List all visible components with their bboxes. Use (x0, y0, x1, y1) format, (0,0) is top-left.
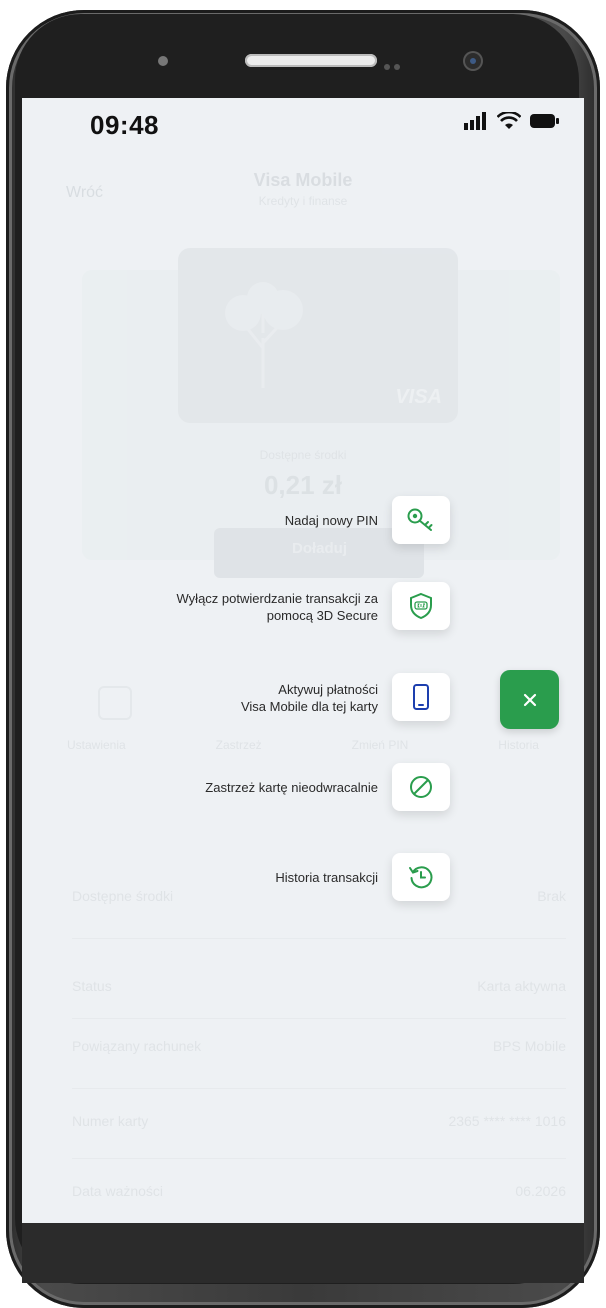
menu-label-line: Zastrzeż kartę nieodwracalnie (205, 780, 378, 795)
menu-item-block-card[interactable]: Zastrzeż kartę nieodwracalnie (110, 763, 450, 813)
key-icon (407, 508, 433, 531)
detail-row: Status Karta aktywna (72, 978, 566, 994)
menu-item-3d-secure[interactable]: Wyłącz potwierdzanie transakcji za pomoc… (110, 582, 450, 632)
menu-label-line: Visa Mobile dla tej karty (240, 699, 378, 714)
menu-label: Historia transakcji (275, 869, 378, 886)
bottom-bezel (22, 1223, 584, 1283)
close-menu-button[interactable] (500, 670, 559, 729)
detail-value: BPS Mobile (492, 1038, 566, 1054)
proximity-sensor (158, 56, 168, 66)
divider (72, 1158, 566, 1159)
tree-graphic (225, 282, 303, 388)
menu-item-visa-mobile[interactable]: Aktywuj płatności Visa Mobile dla tej ka… (110, 673, 450, 723)
detail-label: Data ważności (72, 1183, 164, 1199)
detail-value: Brak (537, 888, 566, 904)
card-brand: VISA (395, 386, 442, 408)
detail-value: Karta aktywna (477, 978, 566, 994)
history-button[interactable] (392, 853, 450, 901)
speaker-grille (245, 54, 377, 67)
card-tabs: Ustawienia Zastrzeż Zmień PIN Historia (22, 738, 584, 752)
front-camera (465, 53, 481, 69)
detail-label: Numer karty (72, 1113, 149, 1129)
menu-label: Zastrzeż kartę nieodwracalnie (205, 779, 378, 796)
menu-label-line: Historia transakcji (275, 870, 378, 885)
block-card-button[interactable] (392, 763, 450, 811)
menu-label-line: Aktywuj płatności (278, 682, 378, 697)
menu-label: Aktywuj płatności Visa Mobile dla tej ka… (241, 681, 378, 715)
tab-label: Zmień PIN (351, 738, 409, 752)
detail-value: 2365 **** **** 1016 (448, 1113, 566, 1129)
visa-mobile-button[interactable] (392, 673, 450, 721)
card-image: VISA (178, 248, 458, 423)
menu-item-new-pin[interactable]: Nadaj nowy PIN (110, 496, 450, 546)
divider (72, 938, 566, 939)
tab-label: Zastrzeż (215, 738, 262, 752)
menu-label-line: Nadaj nowy PIN (284, 513, 378, 528)
block-icon (410, 776, 432, 798)
tab-label: Historia (498, 738, 539, 752)
detail-label: Status (72, 978, 112, 994)
background-app: Wróć Visa Mobile Kredyty i finanse VISA … (22, 98, 584, 1223)
detail-value: 06.2026 (515, 1183, 566, 1199)
menu-item-history[interactable]: Historia transakcji (110, 853, 450, 903)
tab-label: Ustawienia (66, 738, 126, 752)
detail-label: Powiązany rachunek (72, 1038, 202, 1054)
divider (72, 1088, 566, 1089)
detail-row: Numer karty 2365 **** **** 1016 (72, 1113, 566, 1129)
detail-row: Powiązany rachunek BPS Mobile (72, 1038, 566, 1054)
detail-row: Data ważności 06.2026 (72, 1183, 566, 1199)
page-subtitle: Kredyty i finanse (258, 194, 348, 208)
speaker-dots (384, 57, 412, 70)
balance-label: Dostępne środki (259, 448, 347, 462)
page-title: Visa Mobile (253, 170, 353, 190)
divider (72, 1018, 566, 1019)
3d-secure-button[interactable] (392, 582, 450, 630)
menu-label-line: Wyłącz potwierdzanie transakcji za (176, 591, 378, 606)
shield-3ds-icon (410, 592, 432, 620)
close-icon (523, 693, 536, 706)
history-icon (409, 866, 433, 889)
menu-label: Wyłącz potwierdzanie transakcji za pomoc… (177, 590, 378, 624)
new-pin-button[interactable] (392, 496, 450, 544)
menu-label: Nadaj nowy PIN (285, 512, 378, 529)
menu-label-line: pomocą 3D Secure (266, 608, 378, 623)
screen: 09:48 Wróć Visa Mobile Kredyty i finanse… (22, 98, 584, 1223)
phone-icon (413, 684, 429, 710)
